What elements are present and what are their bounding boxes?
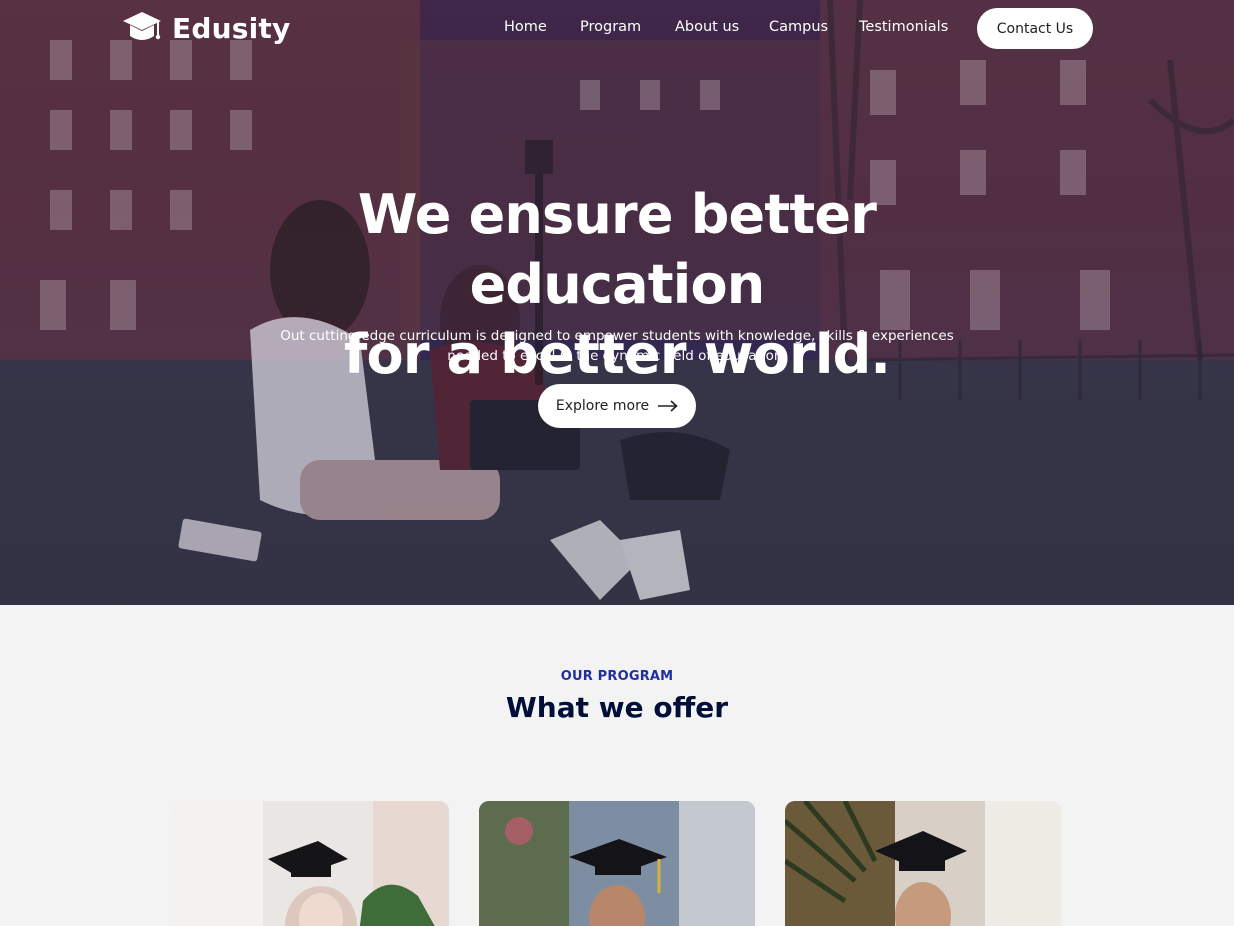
nav-link-home[interactable]: Home: [504, 19, 547, 35]
program-card-graduation-2[interactable]: [479, 801, 755, 926]
section-eyebrow: OUR PROGRAM: [560, 669, 674, 684]
nav-link-program[interactable]: Program: [580, 19, 641, 35]
navbar: Edusity Home Program About us Campus Tes…: [0, 0, 1234, 58]
graduation-cap-icon: [123, 12, 161, 40]
nav-link-testimonials[interactable]: Testimonials: [859, 19, 948, 35]
brand-name: Edusity: [172, 11, 291, 45]
program-card-image: [173, 801, 449, 926]
hero-subtitle-line-2: needed to excel in the dynamic field of …: [447, 348, 787, 364]
nav-link-campus[interactable]: Campus: [769, 19, 828, 35]
hero-subtitle: Out cutting-edge curriculum is designed …: [267, 326, 967, 366]
brand-logo[interactable]: Edusity: [122, 10, 290, 46]
contact-us-button[interactable]: Contact Us: [977, 8, 1093, 49]
hero-subtitle-line-1: Out cutting-edge curriculum is designed …: [280, 328, 954, 344]
arrow-right-icon: [658, 400, 678, 412]
hero-section: Edusity Home Program About us Campus Tes…: [0, 0, 1234, 605]
program-card-image: [479, 801, 755, 926]
program-card-image: [785, 801, 1061, 926]
program-card-graduation-3[interactable]: [785, 801, 1061, 926]
hero-title-line-1: We ensure better education: [357, 183, 877, 316]
program-card-graduation[interactable]: [173, 801, 449, 926]
nav-link-about[interactable]: About us: [675, 19, 739, 35]
explore-more-button[interactable]: Explore more: [538, 384, 696, 428]
explore-more-label: Explore more: [555, 398, 650, 414]
section-title: What we offer: [505, 691, 729, 724]
